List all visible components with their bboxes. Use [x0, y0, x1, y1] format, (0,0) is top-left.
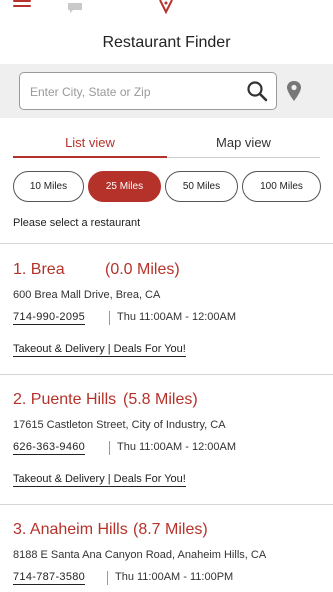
restaurant-name[interactable]: 1. Brea: [13, 261, 65, 279]
restaurant-phone[interactable]: 714-990-2095: [13, 311, 86, 325]
restaurant-name[interactable]: 2. Puente Hills: [13, 391, 116, 409]
restaurant-hours: Thu 11:00AM - 11:00PM: [115, 571, 234, 583]
search-placeholder: Enter City, State or Zip: [30, 85, 151, 99]
restaurant-address: 8188 E Santa Ana Canyon Road, Anaheim Hi…: [13, 549, 267, 561]
brand-logo-icon: [158, 0, 174, 15]
top-bar: [0, 0, 333, 18]
search-icon[interactable]: [246, 80, 268, 102]
restaurant-hours: Thu 11:00AM - 12:00AM: [117, 311, 237, 323]
radius-10-button[interactable]: 10 Miles: [13, 171, 84, 202]
chat-bubble-icon[interactable]: [67, 0, 83, 13]
select-restaurant-prompt: Please select a restaurant: [13, 217, 141, 229]
radius-100-button[interactable]: 100 Miles: [242, 171, 321, 202]
tab-list-view[interactable]: List view: [13, 130, 167, 158]
restaurant-item[interactable]: 1. Brea (0.0 Miles) 600 Brea Mall Drive,…: [0, 261, 333, 371]
hamburger-icon[interactable]: [13, 0, 31, 8]
restaurant-phone[interactable]: 714-787-3580: [13, 571, 86, 585]
separator: [109, 311, 110, 325]
separator: [109, 441, 110, 455]
restaurant-address: 17615 Castleton Street, City of Industry…: [13, 419, 226, 431]
restaurant-phone[interactable]: 626-363-9460: [13, 441, 86, 455]
view-tabs: List view Map view: [13, 130, 320, 158]
restaurant-distance: (0.0 Miles): [105, 261, 180, 278]
restaurant-hours: Thu 11:00AM - 12:00AM: [117, 441, 237, 453]
restaurant-item[interactable]: 2. Puente Hills (5.8 Miles) 17615 Castle…: [0, 391, 333, 501]
page-title: Restaurant Finder: [102, 34, 231, 51]
restaurant-links[interactable]: Takeout & Delivery | Deals For You!: [13, 473, 186, 487]
restaurant-distance: (5.8 Miles): [123, 391, 198, 408]
divider: [0, 374, 333, 375]
restaurant-address: 600 Brea Mall Drive, Brea, CA: [13, 289, 161, 301]
restaurant-name[interactable]: 3. Anaheim Hills: [13, 521, 128, 539]
tab-map-view[interactable]: Map view: [167, 130, 320, 158]
radius-25-button[interactable]: 25 Miles: [88, 171, 161, 202]
restaurant-links[interactable]: Takeout & Delivery | Deals For You!: [13, 343, 186, 357]
separator: [107, 571, 108, 585]
divider: [0, 243, 333, 244]
radius-50-button[interactable]: 50 Miles: [165, 171, 238, 202]
search-band: Enter City, State or Zip: [0, 64, 333, 118]
location-pin-icon[interactable]: [286, 80, 302, 102]
divider: [0, 504, 333, 505]
search-input[interactable]: Enter City, State or Zip: [19, 72, 277, 110]
restaurant-item[interactable]: 3. Anaheim Hills (8.7 Miles) 8188 E Sant…: [0, 521, 333, 592]
restaurant-distance: (8.7 Miles): [133, 521, 208, 538]
